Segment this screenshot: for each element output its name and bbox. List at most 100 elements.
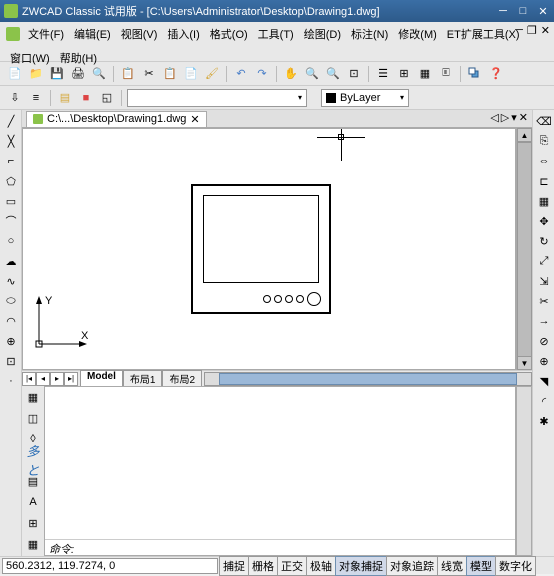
calc-icon[interactable]: 🗉 <box>437 65 455 83</box>
hatch-icon[interactable]: ▦ <box>24 388 42 406</box>
osnap-toggle[interactable]: 对象捕捉 <box>335 556 387 576</box>
break-icon[interactable]: ⊘ <box>535 332 553 350</box>
tab-closeall-icon[interactable]: ✕ <box>519 111 528 124</box>
copy-icon[interactable]: 📋 <box>161 65 179 83</box>
menu-modify[interactable]: 修改(M) <box>394 24 441 44</box>
menu-insert[interactable]: 插入(I) <box>163 24 203 44</box>
scroll-thumb[interactable] <box>517 142 532 362</box>
lwt-toggle[interactable]: 线宽 <box>437 556 467 576</box>
tab-prev-icon[interactable]: ◁ <box>490 111 498 124</box>
zoomwin-icon[interactable]: ⊡ <box>345 65 363 83</box>
move-icon[interactable]: ✥ <box>535 212 553 230</box>
cut-icon[interactable]: ✂ <box>140 65 158 83</box>
tab-last-icon[interactable]: ▸| <box>64 372 78 386</box>
document-tab[interactable]: C:\...\Desktop\Drawing1.dwg ✕ <box>26 111 207 127</box>
polar-toggle[interactable]: 极轴 <box>306 556 336 576</box>
menu-file[interactable]: 文件(F) <box>24 24 68 44</box>
arc-icon[interactable]: ⌒ <box>2 212 20 230</box>
cmd-scrollbar[interactable] <box>516 386 532 556</box>
copy2-icon[interactable]: ⎘ <box>535 132 553 150</box>
publish-icon[interactable]: 📋 <box>119 65 137 83</box>
properties-icon[interactable]: ☰ <box>374 65 392 83</box>
mdi-close-button[interactable]: ✕ <box>541 24 550 37</box>
rectangle-icon[interactable]: ▭ <box>2 192 20 210</box>
layout2-tab[interactable]: 布局2 <box>162 370 202 387</box>
insertblock-icon[interactable]: ⊕ <box>2 332 20 350</box>
vertical-scrollbar[interactable]: ▲ ▼ <box>516 128 532 370</box>
layerstate-icon[interactable]: ◱ <box>98 89 116 107</box>
tab-dropdown-icon[interactable]: ▾ <box>511 111 517 124</box>
xline-icon[interactable]: ╳ <box>2 132 20 150</box>
menu-format[interactable]: 格式(O) <box>206 24 252 44</box>
mtext-icon[interactable]: A <box>24 493 42 511</box>
tab-close-icon[interactable]: ✕ <box>190 113 199 126</box>
hscroll-thumb[interactable] <box>219 373 517 385</box>
about-icon[interactable]: ❓ <box>487 65 505 83</box>
snap-toggle[interactable]: 捕捉 <box>219 556 249 576</box>
horizontal-scrollbar[interactable] <box>204 372 532 386</box>
layout1-tab[interactable]: 布局1 <box>123 370 163 387</box>
layers-icon[interactable]: ≡ <box>27 89 45 107</box>
paste-icon[interactable]: 📄 <box>182 65 200 83</box>
menu-help[interactable]: 帮助(H) <box>56 48 101 68</box>
toolpalette-icon[interactable]: ▦ <box>416 65 434 83</box>
redo-icon[interactable]: ↷ <box>253 65 271 83</box>
table-icon[interactable]: ▤ <box>24 472 42 490</box>
mirror-icon[interactable]: ⇔ <box>535 152 553 170</box>
text-icon[interactable]: ⊞ <box>24 514 42 532</box>
menu-view[interactable]: 视图(V) <box>117 24 162 44</box>
line-icon[interactable]: ╱ <box>2 112 20 130</box>
scale-icon[interactable]: ⤢ <box>535 252 553 270</box>
point-icon[interactable]: · <box>2 372 20 390</box>
menu-draw[interactable]: 绘图(D) <box>300 24 345 44</box>
grid-toggle[interactable]: 栅格 <box>248 556 278 576</box>
menu-edit[interactable]: 编辑(E) <box>70 24 115 44</box>
model-tab[interactable]: Model <box>80 370 123 387</box>
pan-icon[interactable]: ✋ <box>282 65 300 83</box>
spline-icon[interactable]: ∿ <box>2 272 20 290</box>
menu-window[interactable]: 窗口(W) <box>6 48 54 68</box>
ellipse-icon[interactable]: ⬭ <box>2 292 20 310</box>
menu-et[interactable]: ET扩展工具(X) <box>443 24 524 44</box>
undo-icon[interactable]: ↶ <box>232 65 250 83</box>
join-icon[interactable]: ⊕ <box>535 352 553 370</box>
array-icon[interactable]: ▦ <box>535 192 553 210</box>
scroll-up-icon[interactable]: ▲ <box>517 128 532 142</box>
current-layer-dropdown[interactable]: ▾ <box>127 89 307 107</box>
zoomprev-icon[interactable]: 🔍 <box>324 65 342 83</box>
extend-icon[interactable]: → <box>535 312 553 330</box>
stretch-icon[interactable]: ⇲ <box>535 272 553 290</box>
fillet-icon[interactable]: ◜ <box>535 392 553 410</box>
menu-tools[interactable]: 工具(T) <box>254 24 298 44</box>
otrack-toggle[interactable]: 对象追踪 <box>386 556 438 576</box>
tab-prev2-icon[interactable]: ◂ <box>36 372 50 386</box>
help-icon[interactable] <box>466 65 484 83</box>
maximize-button[interactable]: □ <box>516 4 530 18</box>
command-line[interactable]: 命令: <box>45 539 515 555</box>
rotate-icon[interactable]: ↻ <box>535 232 553 250</box>
drawing-canvas[interactable]: X Y <box>22 128 516 370</box>
explode-icon[interactable]: ✱ <box>535 412 553 430</box>
dyn-toggle[interactable]: 数字化 <box>495 556 536 576</box>
linetype-icon[interactable]: ▤ <box>56 89 74 107</box>
mdi-minimize-button[interactable]: ─ <box>515 24 523 37</box>
tab-next-icon[interactable]: ▷ <box>501 111 509 124</box>
scroll-down-icon[interactable]: ▼ <box>517 356 532 370</box>
ortho-toggle[interactable]: 正交 <box>277 556 307 576</box>
erase-icon[interactable]: ⌫ <box>535 112 553 130</box>
circle-icon[interactable]: ○ <box>2 232 20 250</box>
ellipsearc-icon[interactable]: ◠ <box>2 312 20 330</box>
tab-first-icon[interactable]: |◂ <box>22 372 36 386</box>
chamfer-icon[interactable]: ◥ <box>535 372 553 390</box>
mline-icon[interactable]: ▦ <box>24 535 42 553</box>
menu-dim[interactable]: 标注(N) <box>347 24 392 44</box>
layer-drop-icon[interactable]: ⇩ <box>6 89 24 107</box>
polyline-icon[interactable]: ⌐ <box>2 152 20 170</box>
close-button[interactable]: ✕ <box>536 4 550 18</box>
designcenter-icon[interactable]: ⊞ <box>395 65 413 83</box>
matchprop-icon[interactable]: 🖌 <box>203 65 221 83</box>
revcloud-icon[interactable]: ☁ <box>2 252 20 270</box>
model-toggle[interactable]: 模型 <box>466 556 496 576</box>
makeblock-icon[interactable]: ⊡ <box>2 352 20 370</box>
command-history[interactable] <box>45 387 515 539</box>
